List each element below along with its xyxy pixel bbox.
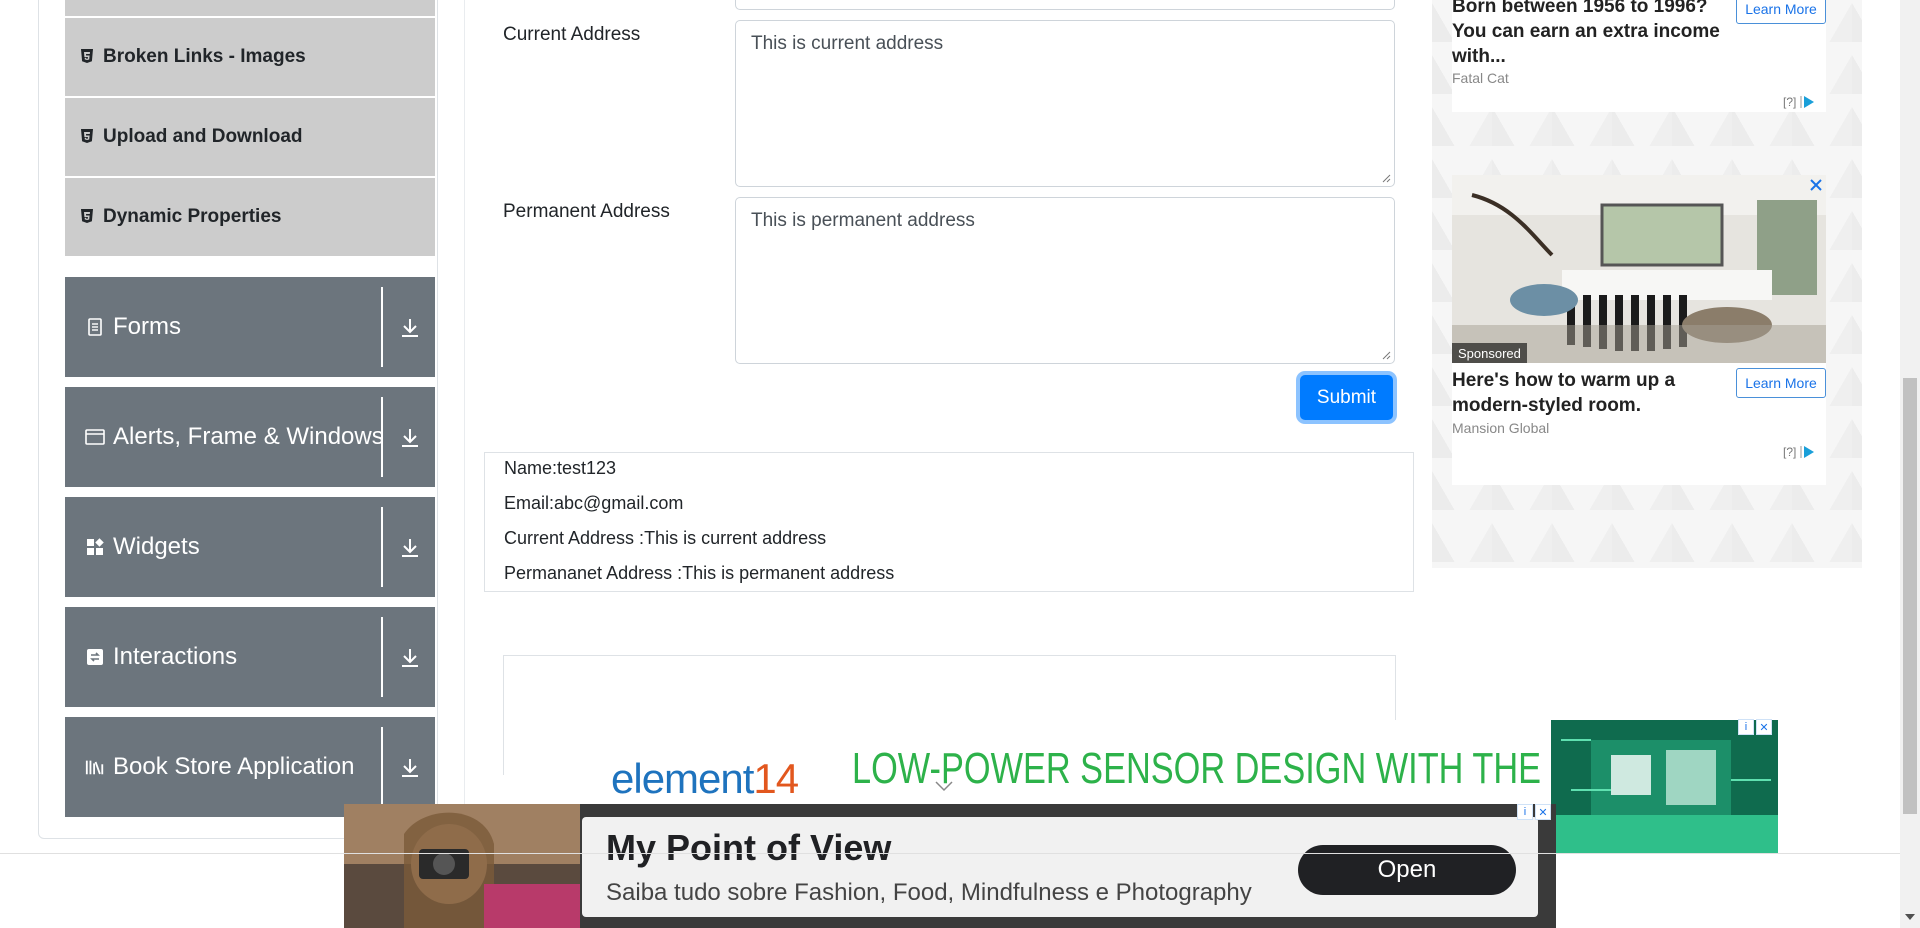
divider [381,287,383,367]
resize-grip-icon[interactable] [1381,350,1391,360]
ad-choice[interactable]: i ✕ [1738,719,1772,735]
info-icon[interactable]: i [1738,719,1754,735]
ad-choice[interactable]: i ✕ [1517,804,1551,820]
permanent-address-textarea[interactable]: This is permanent address [735,197,1395,364]
bottom-ad-card[interactable]: My Point of View Saiba tudo sobre Fashio… [582,817,1538,917]
download-arrow-icon[interactable] [398,425,422,449]
close-icon[interactable]: ✕ [1756,719,1772,735]
permanent-address-value: This is permanent address [751,210,975,231]
learn-more-button[interactable]: Learn More [1736,368,1826,398]
resize-grip-icon[interactable] [1381,173,1391,183]
ad-headline[interactable]: Born between 1956 to 1996? You can earn … [1452,0,1722,69]
form-icon [85,317,105,337]
group-header-label: Forms [113,313,181,340]
sidebar-item-label: Broken Links - Images [103,46,306,67]
photographer-photo [344,804,580,928]
bottom-ad-title: My Point of View [606,827,892,868]
group-header-interactions[interactable]: Interactions [65,607,435,707]
download-arrow-icon[interactable] [398,645,422,669]
ad-source: Fatal Cat [1452,70,1509,86]
scroll-down-arrow-icon[interactable] [1904,912,1916,922]
books-icon [85,757,105,777]
submit-button[interactable]: Submit [1300,375,1393,420]
ad-headline[interactable]: Here's how to warm up a modern-styled ro… [1452,368,1722,418]
current-address-label: Current Address [503,24,641,45]
ad-choice[interactable]: [?] [1783,445,1816,459]
sponsored-badge: Sponsored [1452,343,1527,363]
sidebar-item-broken-links-images[interactable]: Broken Links - Images [65,18,435,96]
output-email: Email:abc@gmail.com [504,493,684,513]
adchoices-icon [1800,446,1815,458]
group-header-widgets[interactable]: Widgets [65,497,435,597]
interactions-icon [85,647,105,667]
close-icon[interactable] [1807,176,1825,194]
group-header-label: Interactions [113,643,238,670]
sidebar-item-dynamic-properties[interactable]: Dynamic Properties [65,178,435,256]
output-current-address: Current Address :This is current address [504,528,827,548]
chevron-down-icon[interactable] [934,780,954,792]
output-box: Name:test123 Email:abc@gmail.com Current… [484,452,1414,592]
ad-source: Mansion Global [1452,420,1550,436]
current-address-textarea[interactable]: This is current address [735,20,1395,187]
sidebar-item-label: Dynamic Properties [103,206,282,227]
divider [381,397,383,477]
email-field[interactable] [735,0,1395,10]
download-arrow-icon[interactable] [398,535,422,559]
html5-icon [81,128,93,146]
group-header-forms[interactable]: Forms [65,277,435,377]
output-permanent-address: Permananet Address :This is permanent ad… [504,563,895,583]
scrollbar-thumb[interactable] [1903,378,1917,814]
info-icon[interactable]: i [1517,804,1533,820]
sidebar-item-upload-and-download[interactable]: Upload and Download [65,98,435,176]
adchoices-icon [1800,96,1815,108]
circuit-board-image [1551,720,1778,853]
close-icon[interactable]: ✕ [1535,804,1551,820]
content-divider [464,0,465,835]
ad-choice[interactable]: [?] [1783,95,1816,109]
permanent-address-label: Permanent Address [503,201,670,222]
download-arrow-icon[interactable] [398,755,422,779]
group-header-alerts-frame-windows[interactable]: Alerts, Frame & Windows [65,387,435,487]
bottom-anchor-ad[interactable]: My Point of View Saiba tudo sobre Fashio… [344,804,1556,928]
ad-choice-label: [?] [1783,445,1797,459]
ad-choice-label: [?] [1783,95,1797,109]
footer-divider [0,853,1900,854]
banner-brand-logo: element14 [611,755,799,802]
current-address-value: This is current address [751,33,944,54]
learn-more-button[interactable]: Learn More [1736,0,1826,24]
group-header-label: Book Store Application [113,753,355,780]
group-header-book-store-application[interactable]: Book Store Application [65,717,435,817]
html5-icon [81,48,93,66]
output-name: Name:test123 [504,458,617,478]
sidebar-item-previous[interactable] [65,0,435,16]
window-icon [85,427,105,447]
room-photo[interactable] [1452,175,1826,363]
download-arrow-icon[interactable] [398,315,422,339]
group-header-label: Widgets [113,533,200,560]
banner-headline: LOW-POWER SENSOR DESIGN WITH THE [852,744,1542,793]
bottom-ad-subtitle: Saiba tudo sobre Fashion, Food, Mindfuln… [606,879,1252,906]
html5-icon [81,208,93,226]
widgets-icon [85,537,105,557]
sidebar-item-label: Upload and Download [103,126,303,147]
divider [381,507,383,587]
divider [381,617,383,697]
divider [381,727,383,807]
group-header-label: Alerts, Frame & Windows [113,423,384,450]
